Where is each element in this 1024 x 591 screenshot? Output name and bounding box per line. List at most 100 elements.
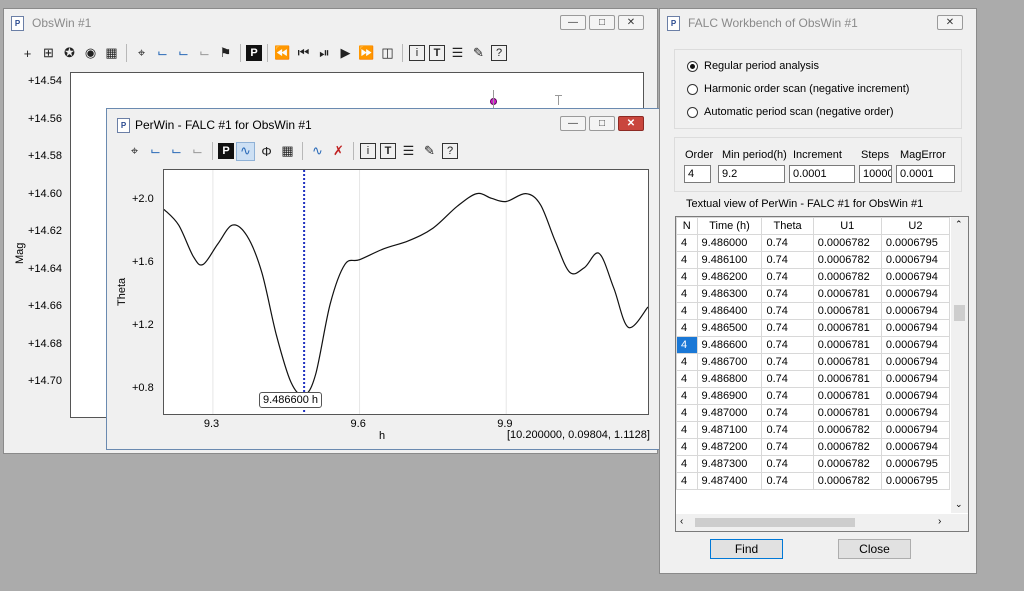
table-row[interactable]: 4 9.486700 0.74 0.0006781 0.0006794: [676, 353, 950, 371]
order-field[interactable]: 4: [684, 165, 711, 183]
textual-table-container[interactable]: N Time (h) Theta U1 U2 4 9.486000 0.74 0.00…: [675, 216, 969, 532]
close-dialog-button[interactable]: Close: [838, 539, 911, 559]
axes-icon-2[interactable]: ⌙: [174, 44, 193, 63]
radio-automatic-scan[interactable]: Automatic period scan (negative order): [687, 106, 894, 118]
table-row[interactable]: 4 9.486000 0.74 0.0006782 0.0006795: [676, 234, 950, 252]
fit-icon[interactable]: ⌖: [125, 142, 144, 161]
table-cell[interactable]: 4: [676, 421, 698, 439]
table-cell[interactable]: 0.0006794: [880, 387, 950, 405]
table-cell[interactable]: 0.0006782: [812, 455, 882, 473]
table-cell[interactable]: 9.486500: [696, 319, 763, 337]
table-cell[interactable]: 0.0006794: [880, 336, 950, 354]
table-cell[interactable]: 4: [676, 370, 698, 388]
table-cell[interactable]: 0.0006795: [880, 455, 950, 473]
minperiod-field[interactable]: 9.2: [718, 165, 785, 183]
table-cell[interactable]: 9.486800: [696, 370, 763, 388]
table-cell[interactable]: 0.0006782: [812, 421, 882, 439]
table-cell[interactable]: 0.0006781: [812, 302, 882, 320]
table-cell[interactable]: 0.0006794: [880, 421, 950, 439]
table-cell[interactable]: 4: [676, 353, 698, 371]
table-cell[interactable]: 0.74: [761, 234, 814, 252]
table-cell[interactable]: 0.0006795: [880, 472, 950, 490]
radio-harmonic-scan[interactable]: Harmonic order scan (negative increment): [687, 83, 909, 95]
table-cell[interactable]: 9.487400: [696, 472, 763, 490]
axes-icon-3[interactable]: ⌙: [188, 142, 207, 161]
info-icon[interactable]: i: [360, 143, 376, 159]
workbench-titlebar[interactable]: P FALC Workbench of ObsWin #1 ✕: [660, 9, 976, 37]
table-cell[interactable]: 0.0006782: [812, 234, 882, 252]
obswin-titlebar[interactable]: P ObsWin #1 — □ ✕: [4, 9, 657, 37]
table-cell[interactable]: 9.486100: [696, 251, 763, 269]
increment-field[interactable]: 0.0001: [789, 165, 855, 183]
table-row[interactable]: 4 9.487300 0.74 0.0006782 0.0006795: [676, 455, 950, 473]
table-row[interactable]: 4 9.487200 0.74 0.0006782 0.0006794: [676, 438, 950, 456]
close-button[interactable]: ✕: [618, 15, 644, 30]
image-icon[interactable]: ▦: [102, 44, 121, 63]
rewind-icon[interactable]: ⏪: [273, 44, 292, 63]
table-cell[interactable]: 4: [676, 234, 698, 252]
table-cell[interactable]: 9.486700: [696, 353, 763, 371]
table-cell[interactable]: 0.74: [761, 421, 814, 439]
table-cell[interactable]: 0.0006795: [880, 234, 950, 252]
peak-delete-icon[interactable]: ✗: [329, 142, 348, 161]
table-cell[interactable]: 0.74: [761, 438, 814, 456]
table-cell[interactable]: 0.0006781: [812, 319, 882, 337]
table-cell[interactable]: 0.0006781: [812, 387, 882, 405]
table-cell[interactable]: 0.0006781: [812, 336, 882, 354]
maximize-button[interactable]: □: [589, 15, 615, 30]
info-icon[interactable]: i: [409, 45, 425, 61]
table-cell[interactable]: 9.486300: [696, 285, 763, 303]
table-cell[interactable]: 4: [676, 336, 698, 354]
table-cell[interactable]: 0.74: [761, 472, 814, 490]
list-icon[interactable]: ☰: [399, 142, 418, 161]
table-cell[interactable]: 9.486400: [696, 302, 763, 320]
table-cell[interactable]: 0.74: [761, 319, 814, 337]
table-cell[interactable]: 0.0006794: [880, 404, 950, 422]
table-cell[interactable]: 0.74: [761, 268, 814, 286]
flag-icon[interactable]: ⚑: [216, 44, 235, 63]
table-cell[interactable]: 0.0006794: [880, 353, 950, 371]
table-cell[interactable]: 9.487200: [696, 438, 763, 456]
table-cell[interactable]: 4: [676, 319, 698, 337]
text-icon[interactable]: T: [380, 143, 396, 159]
table-cell[interactable]: 0.0006781: [812, 285, 882, 303]
table-cell[interactable]: 0.74: [761, 302, 814, 320]
table-row[interactable]: 4 9.486400 0.74 0.0006781 0.0006794: [676, 302, 950, 320]
workbench-window[interactable]: P FALC Workbench of ObsWin #1 ✕ Regular …: [659, 8, 977, 574]
radio-button[interactable]: [687, 60, 698, 72]
grid-icon[interactable]: ⊞: [39, 44, 58, 63]
table-row[interactable]: 4 9.486100 0.74 0.0006782 0.0006794: [676, 251, 950, 269]
table-cell[interactable]: 4: [676, 387, 698, 405]
table-icon[interactable]: ▦: [278, 142, 297, 161]
table-cell[interactable]: 0.0006782: [812, 438, 882, 456]
column-header[interactable]: Time (h): [696, 217, 763, 235]
table-cell[interactable]: 0.74: [761, 251, 814, 269]
table-row[interactable]: 4 9.487000 0.74 0.0006781 0.0006794: [676, 404, 950, 422]
radio-regular-period[interactable]: Regular period analysis: [687, 60, 819, 72]
radio-button[interactable]: [687, 83, 698, 95]
table-row[interactable]: 4 9.487100 0.74 0.0006782 0.0006794: [676, 421, 950, 439]
table-cell[interactable]: 4: [676, 251, 698, 269]
column-header[interactable]: U1: [812, 217, 882, 235]
magerror-field[interactable]: 0.0001: [896, 165, 955, 183]
table-cell[interactable]: 4: [676, 302, 698, 320]
trash-icon[interactable]: ◫: [378, 44, 397, 63]
phase-icon[interactable]: Φ: [257, 142, 276, 161]
table-cell[interactable]: 9.486600: [696, 336, 763, 354]
scroll-left-icon[interactable]: ‹: [680, 516, 683, 527]
table-row[interactable]: 4 9.487400 0.74 0.0006782 0.0006795: [676, 472, 950, 490]
table-cell[interactable]: 0.0006781: [812, 404, 882, 422]
table-cell[interactable]: 4: [676, 455, 698, 473]
vertical-scrollbar[interactable]: ⌃ ⌄: [951, 217, 968, 513]
table-cell[interactable]: 0.0006781: [812, 353, 882, 371]
table-row[interactable]: 4 9.486900 0.74 0.0006781 0.0006794: [676, 387, 950, 405]
scroll-up-icon[interactable]: ⌃: [955, 219, 963, 230]
scroll-right-icon[interactable]: ›: [938, 516, 941, 527]
table-cell[interactable]: 4: [676, 285, 698, 303]
edit-icon[interactable]: ✎: [420, 142, 439, 161]
play-icon[interactable]: ▶: [336, 44, 355, 63]
crosshair-icon[interactable]: +: [18, 44, 37, 63]
table-cell[interactable]: 4: [676, 404, 698, 422]
perwin-titlebar[interactable]: P PerWin - FALC #1 for ObsWin #1 — □ ✕: [107, 109, 659, 137]
table-cell[interactable]: 0.0006794: [880, 251, 950, 269]
